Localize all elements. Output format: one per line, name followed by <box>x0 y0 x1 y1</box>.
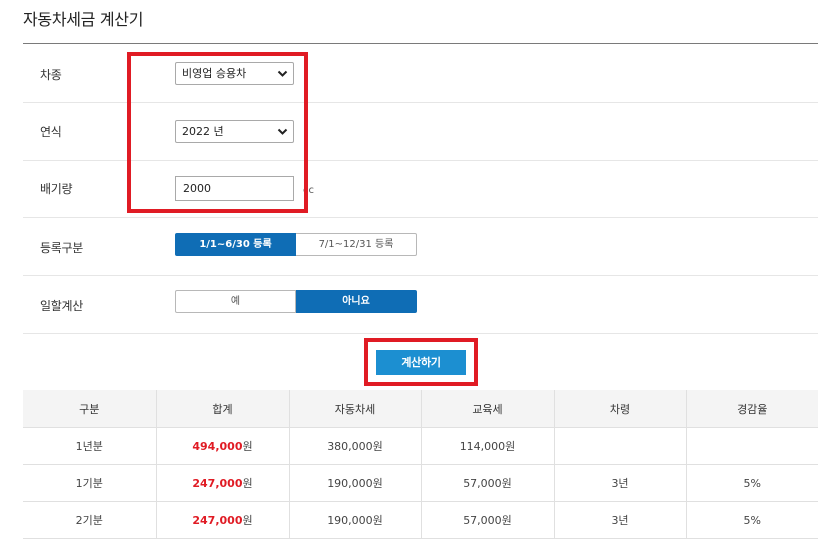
header-discount: 경감율 <box>686 390 818 428</box>
registration-label: 등록구분 <box>40 241 83 255</box>
cell-car-tax: 380,000원 <box>289 427 422 465</box>
header-total: 합계 <box>156 390 290 428</box>
calculate-button[interactable]: 계산하기 <box>376 350 466 375</box>
cell-car-age: 3년 <box>554 501 687 539</box>
table-row: 2기분 247,000원 190,000원 57,000원 3년 5% <box>23 501 818 539</box>
registration-option-first-half[interactable]: 1/1~6/30 등록 <box>175 233 296 256</box>
displacement-label: 배기량 <box>40 182 73 196</box>
header-period: 구분 <box>23 390 157 428</box>
table-header-row: 구분 합계 자동차세 교육세 차령 경감율 <box>23 390 818 428</box>
total-amount: 494,000 <box>192 440 243 453</box>
cell-discount <box>686 427 818 465</box>
header-car-tax: 자동차세 <box>289 390 422 428</box>
total-unit: 원 <box>242 477 253 490</box>
page-title: 자동차세금 계산기 <box>23 10 144 29</box>
row-registration: 등록구분 1/1~6/30 등록 7/1~12/31 등록 <box>23 218 818 276</box>
cell-period: 1기분 <box>23 464 157 502</box>
prorate-label: 일할계산 <box>40 299 83 313</box>
prorate-toggle: 예 아니요 <box>175 290 417 313</box>
result-table: 구분 합계 자동차세 교육세 차령 경감율 1년분 494,000원 380,0… <box>23 390 818 539</box>
cell-car-tax: 190,000원 <box>289 464 422 502</box>
registration-option-second-half[interactable]: 7/1~12/31 등록 <box>296 233 417 256</box>
cell-edu-tax: 57,000원 <box>421 501 555 539</box>
cell-car-age <box>554 427 687 465</box>
car-type-label: 차종 <box>40 68 62 82</box>
cell-discount: 5% <box>686 501 818 539</box>
cell-edu-tax: 57,000원 <box>421 464 555 502</box>
registration-toggle: 1/1~6/30 등록 7/1~12/31 등록 <box>175 233 417 256</box>
table-row: 1년분 494,000원 380,000원 114,000원 <box>23 427 818 465</box>
highlight-box-inputs <box>127 52 308 213</box>
total-amount: 247,000 <box>192 477 243 490</box>
cell-edu-tax: 114,000원 <box>421 427 555 465</box>
cell-total: 247,000원 <box>156 501 290 539</box>
header-edu-tax: 교육세 <box>421 390 555 428</box>
cell-period: 2기분 <box>23 501 157 539</box>
total-unit: 원 <box>242 514 253 527</box>
cell-total: 247,000원 <box>156 464 290 502</box>
year-label: 연식 <box>40 125 62 139</box>
cell-period: 1년분 <box>23 427 157 465</box>
table-row: 1기분 247,000원 190,000원 57,000원 3년 5% <box>23 464 818 502</box>
cell-discount: 5% <box>686 464 818 502</box>
prorate-option-yes[interactable]: 예 <box>175 290 296 313</box>
total-amount: 247,000 <box>192 514 243 527</box>
prorate-option-no[interactable]: 아니요 <box>296 290 417 313</box>
cell-car-age: 3년 <box>554 464 687 502</box>
total-unit: 원 <box>242 440 253 453</box>
row-prorate: 일할계산 예 아니요 <box>23 276 818 334</box>
header-car-age: 차령 <box>554 390 687 428</box>
cell-total: 494,000원 <box>156 427 290 465</box>
cell-car-tax: 190,000원 <box>289 501 422 539</box>
